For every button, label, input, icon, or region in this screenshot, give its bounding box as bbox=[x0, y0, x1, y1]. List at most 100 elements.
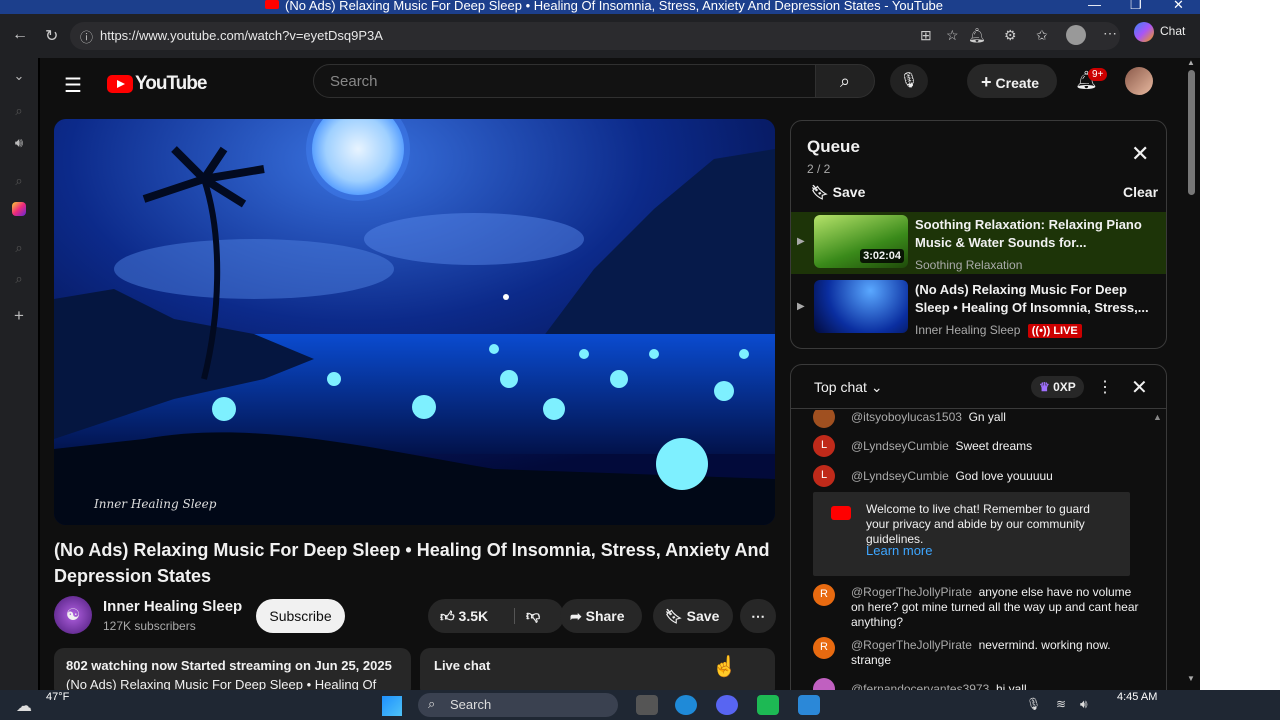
queue-thumbnail bbox=[814, 280, 908, 333]
app-icon[interactable] bbox=[757, 695, 779, 715]
xp-label: 0XP bbox=[1053, 380, 1076, 394]
queue-clear-button[interactable]: Clear bbox=[1123, 184, 1158, 200]
search-input[interactable]: Search bbox=[313, 64, 816, 98]
minimize-button[interactable]: — bbox=[1088, 0, 1101, 12]
scroll-down-icon[interactable]: ▼ bbox=[1187, 674, 1195, 683]
scroll-up-icon[interactable]: ▲ bbox=[1187, 58, 1195, 67]
youtube-logo-text: YouTube bbox=[135, 73, 207, 94]
favorite-star-icon[interactable]: ☆ bbox=[946, 27, 959, 44]
description-stats: 802 watching now Started streaming on Ju… bbox=[66, 658, 392, 673]
more-options-icon[interactable]: ⋯ bbox=[1103, 25, 1117, 42]
more-actions-button[interactable]: ⋯ bbox=[740, 599, 776, 633]
search-icon: ⌕ bbox=[428, 696, 436, 711]
scrollbar-thumb[interactable] bbox=[1188, 70, 1195, 195]
channel-name[interactable]: Inner Healing Sleep bbox=[103, 598, 242, 615]
description-box[interactable]: 802 watching now Started streaming on Ju… bbox=[54, 648, 411, 690]
edge-browser-icon[interactable] bbox=[675, 695, 697, 715]
chat-author[interactable]: @itsyoboylucas1503 bbox=[851, 410, 962, 424]
taskbar-clock[interactable]: 4:45 AM bbox=[1117, 691, 1157, 703]
microphone-tray-icon[interactable]: 🎙︎ bbox=[1026, 697, 1041, 711]
voice-search-button[interactable]: 🎙︎ bbox=[890, 64, 928, 98]
profile-icon[interactable] bbox=[1066, 25, 1086, 45]
address-bar[interactable]: ⓘ https://www.youtube.com/watch?v=eyetDs… bbox=[70, 22, 1120, 50]
search-sidebar-icon-3[interactable]: ⌕ bbox=[10, 240, 28, 256]
chat-author[interactable]: @fernandocervantes3973 bbox=[851, 682, 989, 690]
windows-start-icon[interactable] bbox=[382, 696, 402, 716]
account-avatar[interactable] bbox=[1125, 67, 1153, 95]
chat-text: Sweet dreams bbox=[955, 439, 1033, 453]
chevron-down-icon[interactable]: ⌄ bbox=[10, 68, 28, 84]
add-icon[interactable]: + bbox=[10, 306, 28, 326]
create-button[interactable]: + Create bbox=[967, 64, 1057, 98]
weather-icon[interactable]: ☁ bbox=[16, 696, 32, 716]
play-arrow-icon: ▶ bbox=[797, 301, 805, 312]
live-label: LIVE bbox=[1053, 325, 1078, 337]
chat-scroll-up-icon[interactable]: ▲ bbox=[1153, 412, 1162, 422]
app-icon-2[interactable] bbox=[798, 695, 820, 715]
speaker-icon[interactable]: 🔊︎ bbox=[10, 135, 28, 151]
volume-icon[interactable]: 🔊︎ bbox=[1080, 697, 1088, 712]
search-placeholder: Search bbox=[330, 73, 378, 90]
site-info-icon[interactable]: ⓘ bbox=[80, 27, 93, 46]
like-button[interactable]: 👍︎ 3.5K bbox=[440, 608, 488, 624]
close-chat-icon[interactable]: ✕ bbox=[1131, 375, 1148, 400]
menu-icon[interactable]: ☰ bbox=[64, 73, 82, 98]
description-text: (No Ads) Relaxing Music For Deep Sleep •… bbox=[66, 677, 377, 690]
chat-text: hi yall bbox=[995, 682, 1027, 690]
meditation-icon: ☯ bbox=[65, 607, 81, 624]
refresh-icon[interactable]: ↻ bbox=[45, 26, 58, 46]
favorites-icon[interactable]: ✩ bbox=[1036, 27, 1048, 44]
copilot-chat-button[interactable]: Chat bbox=[1134, 22, 1185, 42]
channel-avatar[interactable]: ☯ bbox=[54, 596, 92, 634]
close-queue-icon[interactable]: ✕ bbox=[1131, 141, 1149, 167]
dislike-button[interactable]: 👎︎ bbox=[526, 607, 540, 624]
notification-count-badge: 9+ bbox=[1088, 68, 1108, 81]
taskbar-search[interactable]: ⌕ Search bbox=[418, 693, 618, 717]
queue-thumbnail: 3:02:04 bbox=[814, 215, 908, 268]
save-button[interactable]: 🔖︎ Save bbox=[653, 599, 733, 633]
weather-temperature[interactable]: 47°F bbox=[46, 691, 69, 703]
chat-mode-dropdown[interactable]: Top chat ⌄ bbox=[814, 379, 883, 396]
queue-item[interactable]: ▶ 3:02:04 Soothing Relaxation: Relaxing … bbox=[791, 212, 1166, 274]
learn-more-link[interactable]: Learn more bbox=[866, 543, 932, 558]
queue-item[interactable]: ▶ (No Ads) Relaxing Music For Deep Sleep… bbox=[791, 277, 1166, 339]
notification-bell-icon[interactable]: 🔔︎ bbox=[968, 27, 986, 44]
chat-author[interactable]: @LyndseyCumbie bbox=[851, 469, 949, 483]
search-sidebar-icon[interactable]: ⌕ bbox=[10, 103, 28, 119]
like-dislike-group: 👍︎ 3.5K 👎︎ bbox=[428, 599, 564, 633]
chat-mode-label: Top chat bbox=[814, 379, 867, 395]
more-vertical-icon[interactable]: ⋮ bbox=[1097, 377, 1113, 397]
wifi-icon[interactable]: ≋ bbox=[1056, 697, 1066, 711]
page-scrollbar[interactable]: ▲ ▼ bbox=[1183, 58, 1200, 690]
url-text[interactable]: https://www.youtube.com/watch?v=eyetDsq9… bbox=[100, 28, 383, 43]
app-available-icon[interactable]: ⊞ bbox=[920, 27, 932, 44]
share-button[interactable]: ➦ Share bbox=[560, 599, 642, 633]
video-title: (No Ads) Relaxing Music For Deep Sleep •… bbox=[54, 540, 770, 586]
chat-text: God love youuuuu bbox=[955, 469, 1053, 483]
search-sidebar-icon-2[interactable]: ⌕ bbox=[10, 173, 28, 189]
xp-badge[interactable]: ♛ 0XP bbox=[1031, 376, 1084, 398]
create-label: Create bbox=[995, 75, 1040, 91]
task-view-icon[interactable] bbox=[636, 695, 658, 715]
discord-icon[interactable] bbox=[716, 695, 738, 715]
microphone-icon: 🎙︎ bbox=[899, 72, 919, 89]
youtube-page: ☰ YouTube Search ⌕ 🎙︎ + Create 🔔︎ 9+ Inn… bbox=[40, 58, 1200, 690]
chat-text: Gn yall bbox=[968, 410, 1006, 424]
subscribe-button[interactable]: Subscribe bbox=[256, 599, 345, 633]
live-chat-panel: Top chat ⌄ ♛ 0XP ⋮ ✕ @itsyoboylucas1503 … bbox=[790, 364, 1167, 690]
close-window-button[interactable]: ✕ bbox=[1173, 0, 1184, 13]
back-icon[interactable]: ← bbox=[12, 26, 28, 44]
chat-avatar: L bbox=[813, 465, 835, 487]
chat-author[interactable]: @RogerTheJollyPirate bbox=[851, 585, 972, 599]
chat-author[interactable]: @LyndseyCumbie bbox=[851, 439, 949, 453]
queue-save-button[interactable]: 🔖︎ Save bbox=[811, 184, 865, 201]
search-button[interactable]: ⌕ bbox=[815, 64, 875, 98]
chat-avatar: R bbox=[813, 584, 835, 606]
video-player[interactable]: Inner Healing Sleep bbox=[54, 119, 775, 525]
restore-button[interactable]: ❐ bbox=[1130, 0, 1142, 13]
instagram-icon[interactable] bbox=[12, 202, 26, 216]
chat-author[interactable]: @RogerTheJollyPirate bbox=[851, 638, 972, 652]
youtube-logo[interactable]: YouTube bbox=[107, 73, 207, 95]
extension-icon[interactable]: ⚙ bbox=[1004, 27, 1017, 44]
search-sidebar-icon-4[interactable]: ⌕ bbox=[10, 271, 28, 287]
